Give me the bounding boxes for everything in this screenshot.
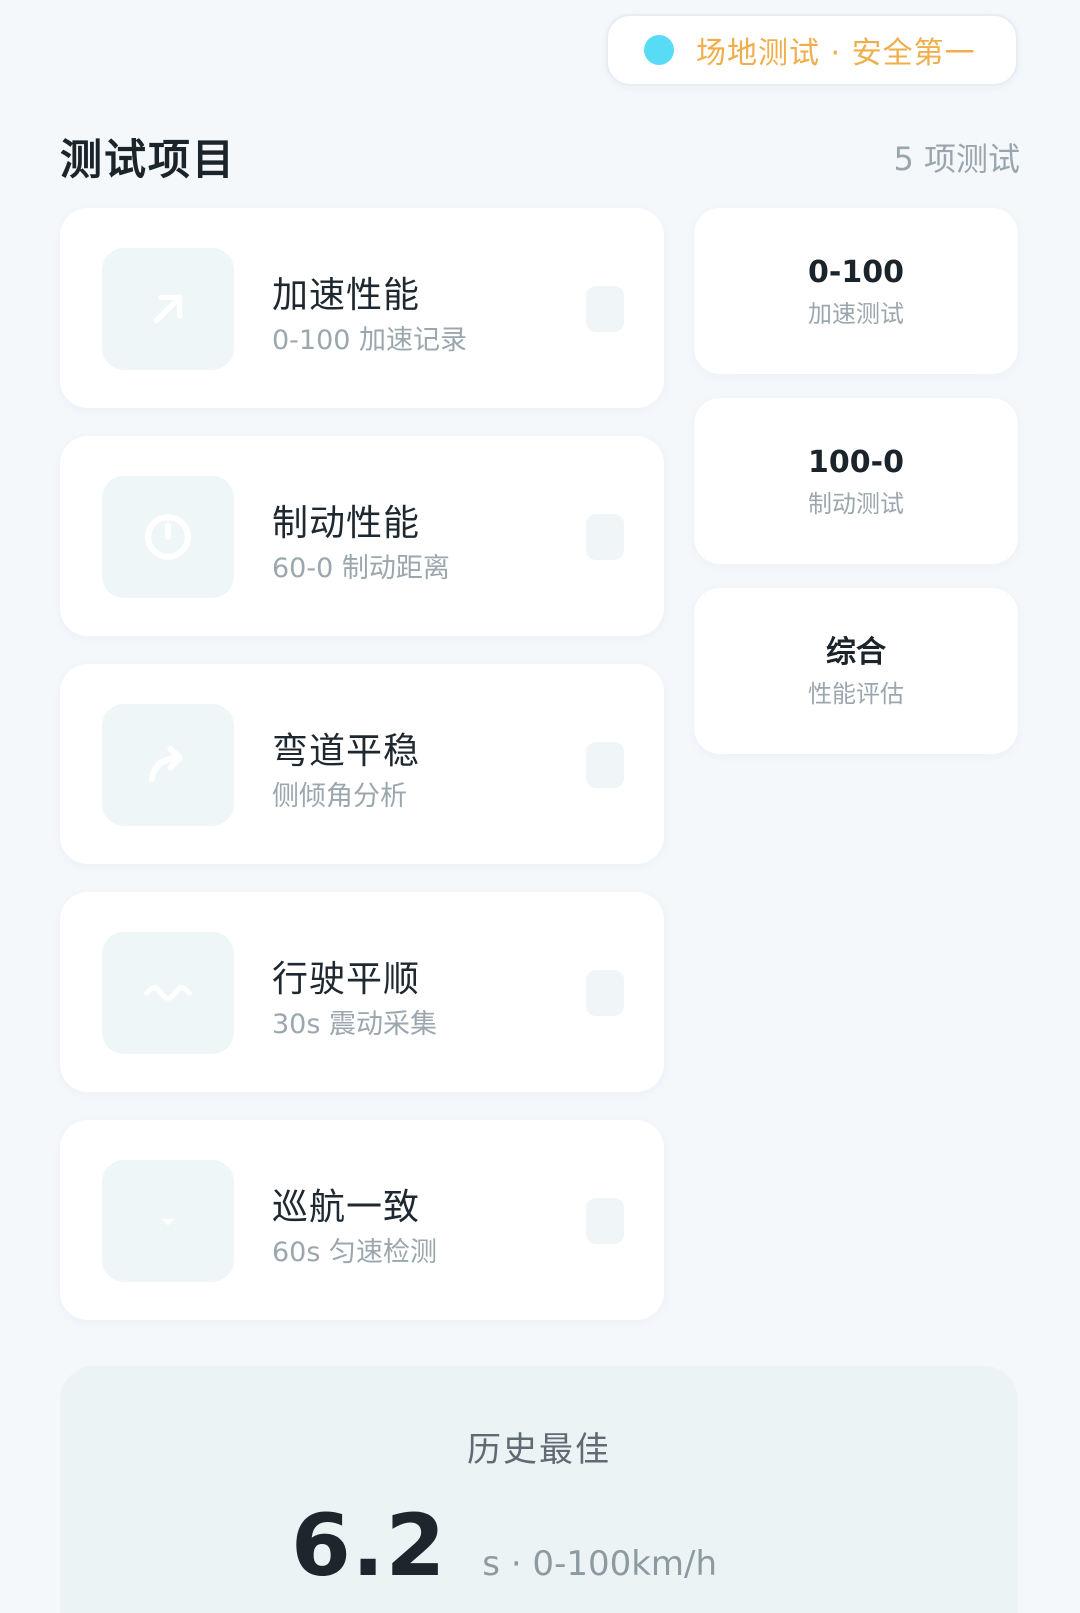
test-select-checkbox[interactable] — [586, 742, 624, 788]
test-card-cruise[interactable]: 巡航一致 60s 匀速检测 — [60, 1120, 664, 1320]
test-title: 加速性能 — [272, 275, 421, 316]
test-select-checkbox[interactable] — [586, 970, 624, 1016]
test-subtitle: 侧倾角分析 — [272, 781, 407, 812]
summary-sub: 制动测试 — [808, 490, 904, 518]
summary-main: 0-100 — [808, 255, 904, 290]
badge-text: 场地测试 · 安全第一 — [696, 36, 976, 71]
summary-card-overall[interactable]: 综合 性能评估 — [694, 588, 1018, 754]
status-dot-icon — [644, 35, 674, 65]
test-subtitle: 30s 震动采集 — [272, 1009, 438, 1040]
summary-card-braking[interactable]: 100-0 制动测试 — [694, 398, 1018, 564]
summary-sub: 加速测试 — [808, 300, 904, 328]
test-select-checkbox[interactable] — [586, 1198, 624, 1244]
test-subtitle: 60s 匀速检测 — [272, 1237, 438, 1268]
summary-cards: 0-100 加速测试 100-0 制动测试 综合 性能评估 — [694, 208, 1018, 778]
test-select-checkbox[interactable] — [586, 514, 624, 560]
test-items-page: 场地测试 · 安全第一 测试项目 5 项测试 加速性能 0-100 加速记录 制… — [0, 0, 1080, 1613]
test-title: 弯道平稳 — [272, 731, 421, 772]
arrow-up-right-icon — [102, 248, 234, 370]
history-best-panel: 历史最佳 6.2 s · 0-100km/h — [60, 1366, 1018, 1613]
test-card-acceleration[interactable]: 加速性能 0-100 加速记录 — [60, 208, 664, 408]
test-card-braking[interactable]: 制动性能 60-0 制动距离 — [60, 436, 664, 636]
summary-card-acceleration[interactable]: 0-100 加速测试 — [694, 208, 1018, 374]
summary-main: 100-0 — [808, 445, 904, 480]
history-best-row: 6.2 s · 0-100km/h — [60, 1496, 1018, 1596]
section-title: 测试项目 — [60, 135, 237, 184]
history-best-label: 历史最佳 — [467, 1430, 611, 1470]
site-test-badge: 场地测试 · 安全第一 — [606, 14, 1018, 86]
summary-sub: 性能评估 — [808, 680, 904, 708]
wave-icon — [102, 932, 234, 1054]
test-card-cornering[interactable]: 弯道平稳 侧倾角分析 — [60, 664, 664, 864]
test-title: 行驶平顺 — [272, 959, 421, 1000]
test-title: 巡航一致 — [272, 1187, 421, 1228]
test-list: 加速性能 0-100 加速记录 制动性能 60-0 制动距离 弯道平稳 侧倾角分… — [60, 208, 664, 1348]
test-select-checkbox[interactable] — [586, 286, 624, 332]
curve-arrow-icon — [102, 704, 234, 826]
summary-main: 综合 — [826, 635, 886, 670]
chevron-down-icon — [102, 1160, 234, 1282]
test-title: 制动性能 — [272, 503, 421, 544]
power-icon — [102, 476, 234, 598]
test-card-ride-comfort[interactable]: 行驶平顺 30s 震动采集 — [60, 892, 664, 1092]
history-best-unit: s · 0-100km/h — [482, 1544, 718, 1584]
test-subtitle: 60-0 制动距离 — [272, 553, 450, 584]
test-count: 5 项测试 — [893, 140, 1020, 178]
test-subtitle: 0-100 加速记录 — [272, 325, 468, 356]
history-best-value: 6.2 — [290, 1496, 447, 1596]
